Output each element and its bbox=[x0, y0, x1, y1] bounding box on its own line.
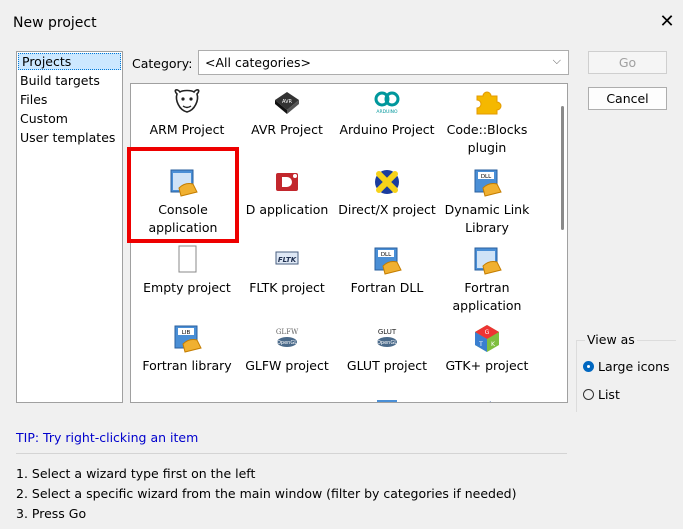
view-list-radio[interactable]: List bbox=[583, 386, 620, 404]
svg-text:AVR: AVR bbox=[282, 99, 293, 105]
document-icon bbox=[371, 396, 403, 402]
svg-text:GLFW: GLFW bbox=[276, 328, 299, 336]
wizard-item-arduino-project[interactable]: ARDUINO Arduino Project bbox=[335, 86, 439, 139]
wizard-item-arm-project[interactable]: ARM Project bbox=[135, 86, 239, 139]
svg-text:OpenGL: OpenGL bbox=[277, 340, 297, 346]
wizard-item-label: Dynamic Link Library bbox=[444, 202, 530, 235]
instruction-line: 2. Select a specific wizard from the mai… bbox=[16, 486, 517, 501]
radio-label: List bbox=[598, 387, 620, 402]
fortran-dll-icon: DLL bbox=[371, 244, 403, 276]
close-icon[interactable]: ✕ bbox=[655, 10, 679, 34]
svg-text:DLL: DLL bbox=[481, 174, 492, 180]
wizard-item-glut-project[interactable]: GLUT OpenGL GLUT project bbox=[335, 322, 439, 375]
wizard-item-label: Arduino Project bbox=[339, 122, 435, 137]
wizard-item-fortran-application[interactable]: Fortran application bbox=[435, 244, 539, 315]
wizard-item-label: Fortran DLL bbox=[350, 280, 424, 295]
wizard-item-partial[interactable] bbox=[135, 396, 239, 402]
wizard-item-fortran-library[interactable]: LIB Fortran library bbox=[135, 322, 239, 375]
wizard-item-directx-project[interactable]: Direct/X project bbox=[335, 166, 439, 219]
pen-icon bbox=[471, 396, 503, 402]
wizard-item-label: Console application bbox=[148, 202, 218, 235]
fltk-icon: FLTK bbox=[271, 244, 303, 276]
radio-selected-icon[interactable] bbox=[583, 361, 594, 372]
wizard-type-build-targets[interactable]: Build targets bbox=[17, 71, 122, 90]
wizard-grid[interactable]: ARM Project AVR AVR Project ARDUINO Ardu… bbox=[130, 83, 568, 403]
wizard-type-files[interactable]: Files bbox=[17, 90, 122, 109]
grid-scrollbar[interactable] bbox=[557, 84, 567, 402]
svg-text:DLL: DLL bbox=[381, 252, 392, 258]
glut-icon: GLUT OpenGL bbox=[371, 322, 403, 354]
scrollbar-thumb[interactable] bbox=[561, 106, 564, 230]
svg-text:OpenGL: OpenGL bbox=[377, 340, 397, 346]
directx-icon bbox=[371, 166, 403, 198]
console-app-icon bbox=[167, 166, 199, 198]
radio-unselected-icon[interactable] bbox=[583, 389, 594, 400]
view-as-legend: View as bbox=[585, 332, 637, 347]
wizard-item-dynamic-link-library[interactable]: DLL Dynamic Link Library bbox=[435, 166, 539, 237]
wizard-type-projects[interactable]: Projects bbox=[18, 53, 121, 70]
wizard-item-label: D application bbox=[245, 202, 329, 217]
wizard-item-label: Code::Blocks plugin bbox=[446, 122, 528, 155]
fortran-app-icon bbox=[471, 244, 503, 276]
wizard-item-partial[interactable] bbox=[335, 396, 439, 402]
fortran-lib-icon: LIB bbox=[171, 322, 203, 354]
wizard-type-user-templates[interactable]: User templates bbox=[17, 128, 122, 147]
arduino-icon: ARDUINO bbox=[371, 86, 403, 118]
wizard-item-label: FLTK project bbox=[249, 280, 325, 295]
gtk-icon: GTK bbox=[471, 322, 503, 354]
wizard-item-label: GLUT project bbox=[346, 358, 428, 373]
wizard-item-d-application[interactable]: D application bbox=[235, 166, 339, 219]
wizard-item-fortran-dll[interactable]: DLL Fortran DLL bbox=[335, 244, 439, 297]
category-value: <All categories> bbox=[205, 55, 311, 70]
svg-text:T: T bbox=[478, 341, 483, 348]
instruction-line: 3. Press Go bbox=[16, 506, 87, 521]
wizard-item-label: ARM Project bbox=[149, 122, 225, 137]
wizard-item-label: Direct/X project bbox=[338, 202, 436, 217]
wizard-item-label: AVR Project bbox=[251, 122, 323, 137]
wizard-type-list[interactable]: Projects Build targets Files Custom User… bbox=[16, 51, 123, 403]
wizard-item-partial[interactable] bbox=[235, 396, 339, 402]
wizard-item-fltk-project[interactable]: FLTK FLTK project bbox=[235, 244, 339, 297]
window-title: New project bbox=[13, 15, 97, 31]
wizard-item-label: GLFW project bbox=[245, 358, 329, 373]
orb-icon bbox=[271, 396, 303, 402]
svg-text:G: G bbox=[485, 329, 490, 336]
svg-text:ARDUINO: ARDUINO bbox=[376, 109, 398, 115]
wizard-item-label: GTK+ project bbox=[445, 358, 529, 373]
view-large-icons-radio[interactable]: Large icons bbox=[583, 358, 670, 376]
cancel-button[interactable]: Cancel bbox=[588, 87, 667, 110]
wizard-item-gtk-project[interactable]: GTK GTK+ project bbox=[435, 322, 539, 375]
go-button[interactable]: Go bbox=[588, 51, 667, 74]
blank-page-icon bbox=[171, 244, 203, 276]
svg-text:GLUT: GLUT bbox=[378, 328, 397, 336]
tip-text: TIP: Try right-clicking an item bbox=[16, 430, 199, 445]
avr-chip-icon: AVR bbox=[271, 86, 303, 118]
divider bbox=[16, 453, 567, 454]
glfw-icon: GLFW OpenGL bbox=[271, 322, 303, 354]
radio-label: Large icons bbox=[598, 359, 670, 374]
wizard-item-console-application[interactable]: Console application bbox=[131, 166, 235, 237]
dll-icon: DLL bbox=[471, 166, 503, 198]
wizard-item-label: Fortran library bbox=[142, 358, 232, 373]
svg-text:FLTK: FLTK bbox=[278, 256, 297, 264]
instruction-line: 1. Select a wizard type first on the lef… bbox=[16, 466, 256, 481]
chevron-down-icon: ⌵ bbox=[552, 54, 561, 67]
gear-icon bbox=[171, 396, 203, 402]
puzzle-icon bbox=[471, 86, 503, 118]
title-bar: New project ✕ bbox=[0, 0, 683, 44]
wizard-item-label: Fortran application bbox=[452, 280, 522, 313]
wizard-type-custom[interactable]: Custom bbox=[17, 109, 122, 128]
wizard-item-partial[interactable] bbox=[435, 396, 539, 402]
category-label: Category: bbox=[132, 56, 193, 71]
wizard-item-label: Empty project bbox=[143, 280, 231, 295]
category-dropdown[interactable]: <All categories> ⌵ bbox=[198, 50, 569, 75]
wizard-item-codeblocks-plugin[interactable]: Code::Blocks plugin bbox=[435, 86, 539, 157]
wizard-item-glfw-project[interactable]: GLFW OpenGL GLFW project bbox=[235, 322, 339, 375]
wizard-item-avr-project[interactable]: AVR AVR Project bbox=[235, 86, 339, 139]
d-app-icon bbox=[271, 166, 303, 198]
gnu-icon bbox=[171, 86, 203, 118]
view-as-group: View as Large icons List bbox=[576, 332, 676, 412]
svg-text:LIB: LIB bbox=[182, 330, 191, 336]
wizard-item-empty-project[interactable]: Empty project bbox=[135, 244, 239, 297]
